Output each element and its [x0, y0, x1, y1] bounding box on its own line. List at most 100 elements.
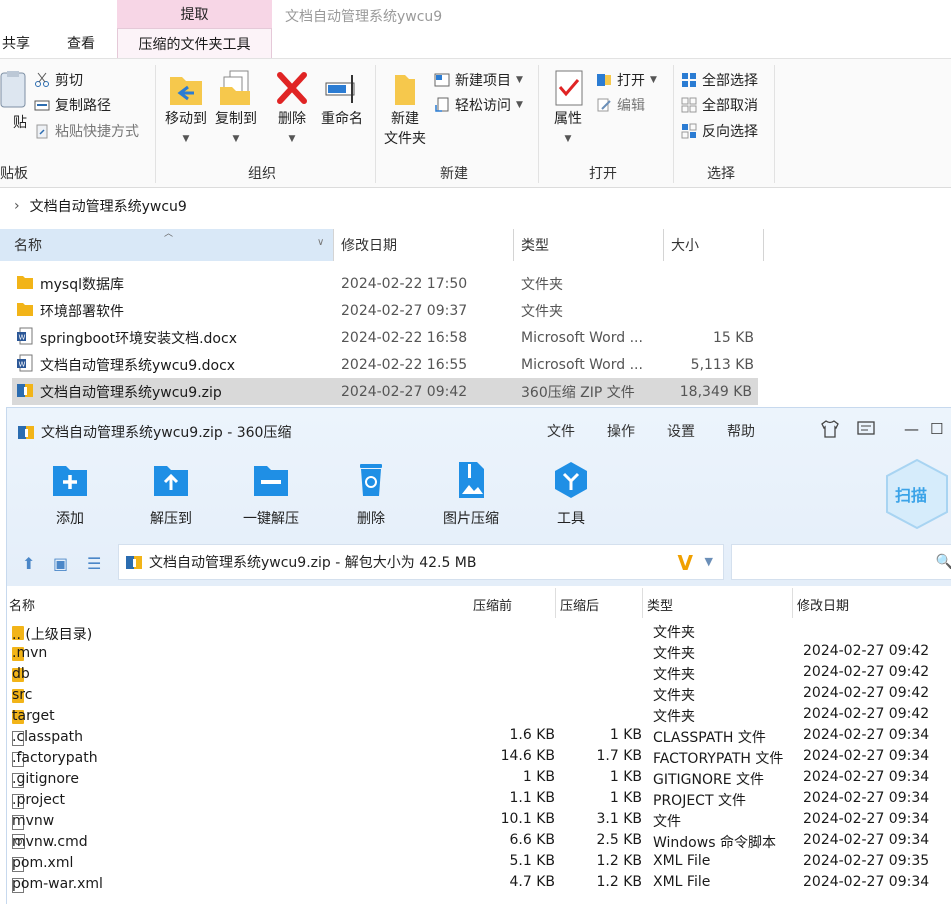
column-date-label: 修改日期	[341, 238, 397, 254]
column-header-type[interactable]: 类型	[513, 229, 663, 261]
file-row[interactable]: W 文档自动管理系统ywcu9.docx 2024-02-22 16:55 Micro…	[0, 351, 760, 378]
new-item-button[interactable]: 新建项目 ▼	[434, 69, 523, 91]
search-icon: 🔍	[936, 554, 951, 570]
folder-icon	[16, 274, 34, 294]
feedback-message-icon[interactable]	[856, 420, 876, 442]
address-bar[interactable]: › 文档自动管理系统ywcu9	[0, 192, 951, 220]
archive-item-date: 2024-02-27 09:35	[803, 853, 930, 869]
file-name-cell[interactable]: W 文档自动管理系统ywcu9.docx	[16, 354, 235, 376]
archive-row[interactable]: .mvn 文件夹 2024-02-27 09:42	[7, 641, 951, 662]
archive-row[interactable]: mvnw.cmd 6.6 KB 2.5 KB Windows 命令脚本 2024-02-…	[7, 830, 951, 851]
file-name: springboot环境安装文档.docx	[40, 330, 237, 347]
skin-shirt-icon[interactable]	[820, 420, 840, 442]
copy-to-button[interactable]: 复制到 ▼	[209, 69, 263, 149]
file-name-cell[interactable]: 环境部署软件	[16, 301, 124, 321]
file-row[interactable]: 文档自动管理系统ywcu9.zip 2024-02-27 09:42 360压缩 Z…	[12, 378, 758, 405]
select-all-label: 全部选择	[702, 73, 758, 89]
archive-item-name: .classpath	[12, 729, 84, 745]
tab-compressed-folder-tools[interactable]: 压缩的文件夹工具	[117, 28, 272, 58]
easy-access-button[interactable]: 轻松访问 ▼	[434, 94, 523, 116]
select-all-button[interactable]: 全部选择	[681, 69, 758, 91]
minimize-icon[interactable]: —	[904, 420, 919, 438]
archive-row[interactable]: .factorypath 14.6 KB 1.7 KB FACTORYPATH 文件 2…	[7, 746, 951, 767]
up-arrow-icon[interactable]: ⬆	[22, 554, 35, 573]
scan-button[interactable]: 扫描	[885, 458, 949, 530]
archive-row[interactable]: db 文件夹 2024-02-27 09:42	[7, 662, 951, 683]
thumbnail-view-icon[interactable]: ▣	[53, 554, 68, 573]
archive-item-size-before: 1 KB	[522, 769, 555, 785]
tools-hexagon-icon	[555, 462, 587, 498]
move-to-button[interactable]: 移动到 ▼	[159, 69, 213, 149]
explorer-titlebar: 提取 文档自动管理系统ywcu9 共享 查看 压缩的文件夹工具	[0, 0, 951, 58]
zcol-type[interactable]: 类型	[647, 595, 673, 614]
open-group-label: 打开	[589, 166, 617, 182]
file-name-cell[interactable]: 文档自动管理系统ywcu9.zip	[16, 381, 222, 403]
column-header-size[interactable]: 大小	[663, 229, 763, 261]
tools-button[interactable]: 工具	[526, 460, 616, 528]
menu-operation[interactable]: 操作	[607, 421, 635, 441]
chevron-down-icon: ▼	[232, 134, 240, 144]
rename-button[interactable]: 重命名	[315, 69, 369, 129]
tab-share[interactable]: 共享	[2, 28, 30, 58]
add-button[interactable]: 添加	[25, 460, 115, 528]
one-click-extract-button[interactable]: 一键解压	[226, 460, 316, 528]
list-view-icon[interactable]: ☰	[87, 554, 101, 573]
archive-row[interactable]: src 文件夹 2024-02-27 09:42	[7, 683, 951, 704]
menu-file[interactable]: 文件	[547, 421, 575, 441]
file-row[interactable]: 环境部署软件 2024-02-27 09:37 文件夹	[0, 297, 760, 324]
zip360-column-headers: 名称 压缩前 压缩后 类型 修改日期	[7, 593, 951, 615]
copy-path-button[interactable]: 复制路径	[34, 94, 111, 116]
archive-row[interactable]: target 文件夹 2024-02-27 09:42	[7, 704, 951, 725]
open-label: 打开	[617, 73, 645, 89]
archive-row[interactable]: .classpath 1.6 KB 1 KB CLASSPATH 文件 2024-02-…	[7, 725, 951, 746]
file-name: mysql数据库	[40, 276, 124, 293]
column-header-date[interactable]: 修改日期	[333, 229, 513, 261]
new-folder-button[interactable]: 新建 文件夹	[377, 69, 433, 149]
archive-row[interactable]: pom.xml 5.1 KB 1.2 KB XML File 2024-02-27 09…	[7, 851, 951, 872]
delete-button[interactable]: 删除 ▼	[265, 69, 319, 149]
archive-item-name: pom-war.xml	[12, 876, 103, 892]
archive-row[interactable]: .project 1.1 KB 1 KB PROJECT 文件 2024-02-27 0…	[7, 788, 951, 809]
cut-button[interactable]: 剪切	[34, 69, 83, 91]
open-button[interactable]: 打开 ▼	[596, 69, 657, 91]
extract-to-button[interactable]: 解压到	[126, 460, 216, 528]
archive-row[interactable]: mvnw 10.1 KB 3.1 KB 文件 2024-02-27 09:34	[7, 809, 951, 830]
breadcrumb-folder[interactable]: 文档自动管理系统ywcu9	[30, 196, 187, 216]
maximize-icon[interactable]: ☐	[930, 420, 943, 438]
zcol-after[interactable]: 压缩后	[560, 595, 599, 614]
zcol-date[interactable]: 修改日期	[797, 595, 849, 614]
select-none-button[interactable]: 全部取消	[681, 94, 758, 116]
path-dropdown-icon[interactable]: ▼	[705, 555, 713, 568]
zcol-before[interactable]: 压缩前	[473, 595, 512, 614]
zip-archive-icon	[126, 556, 142, 569]
archive-row[interactable]: .gitignore 1 KB 1 KB GITIGNORE 文件 2024-02-27…	[7, 767, 951, 788]
tab-extract-context[interactable]: 提取	[117, 0, 272, 28]
archive-path-field[interactable]: 文档自动管理系统ywcu9.zip - 解包大小为 42.5 MB V ▼	[118, 544, 724, 580]
invert-selection-button[interactable]: 反向选择	[681, 120, 758, 142]
archive-item-date: 2024-02-27 09:42	[803, 643, 930, 659]
archive-row[interactable]: .. (上级目录) 文件夹	[7, 620, 951, 643]
properties-button[interactable]: 属性 ▼	[541, 69, 595, 149]
menu-help[interactable]: 帮助	[727, 421, 755, 441]
delete-archive-item-button[interactable]: 删除	[326, 460, 416, 528]
chevron-down-icon[interactable]: ∨	[317, 237, 324, 248]
paste-shortcut-icon	[36, 124, 48, 139]
archive-item-size-after: 1 KB	[609, 769, 642, 785]
file-size: 18,349 KB	[679, 383, 752, 400]
archive-item-size-before: 4.7 KB	[509, 874, 556, 890]
file-row[interactable]: mysql数据库 2024-02-22 17:50 文件夹	[0, 270, 760, 297]
paste-shortcut-button[interactable]: 粘贴快捷方式	[34, 120, 139, 142]
edit-button[interactable]: 编辑	[596, 94, 645, 116]
chevron-down-icon: ▼	[516, 100, 523, 110]
menu-settings[interactable]: 设置	[667, 421, 695, 441]
file-name-cell[interactable]: Wspringboot环境安装文档.docx	[16, 327, 237, 349]
archive-row[interactable]: pom-war.xml 4.7 KB 1.2 KB XML File 2024-02-2…	[7, 872, 951, 893]
clipboard-group-label: 贴板	[0, 166, 28, 182]
file-row[interactable]: Wspringboot环境安装文档.docx 2024-02-22 16:58 Mi…	[0, 324, 760, 351]
image-compress-button[interactable]: 图片压缩	[426, 460, 516, 528]
archive-search-input[interactable]: 🔍	[731, 544, 951, 580]
paste-button[interactable]: 贴	[0, 69, 34, 133]
zcol-name[interactable]: 名称	[9, 595, 35, 614]
tab-view[interactable]: 查看	[67, 28, 95, 58]
file-name-cell[interactable]: mysql数据库	[16, 274, 124, 294]
